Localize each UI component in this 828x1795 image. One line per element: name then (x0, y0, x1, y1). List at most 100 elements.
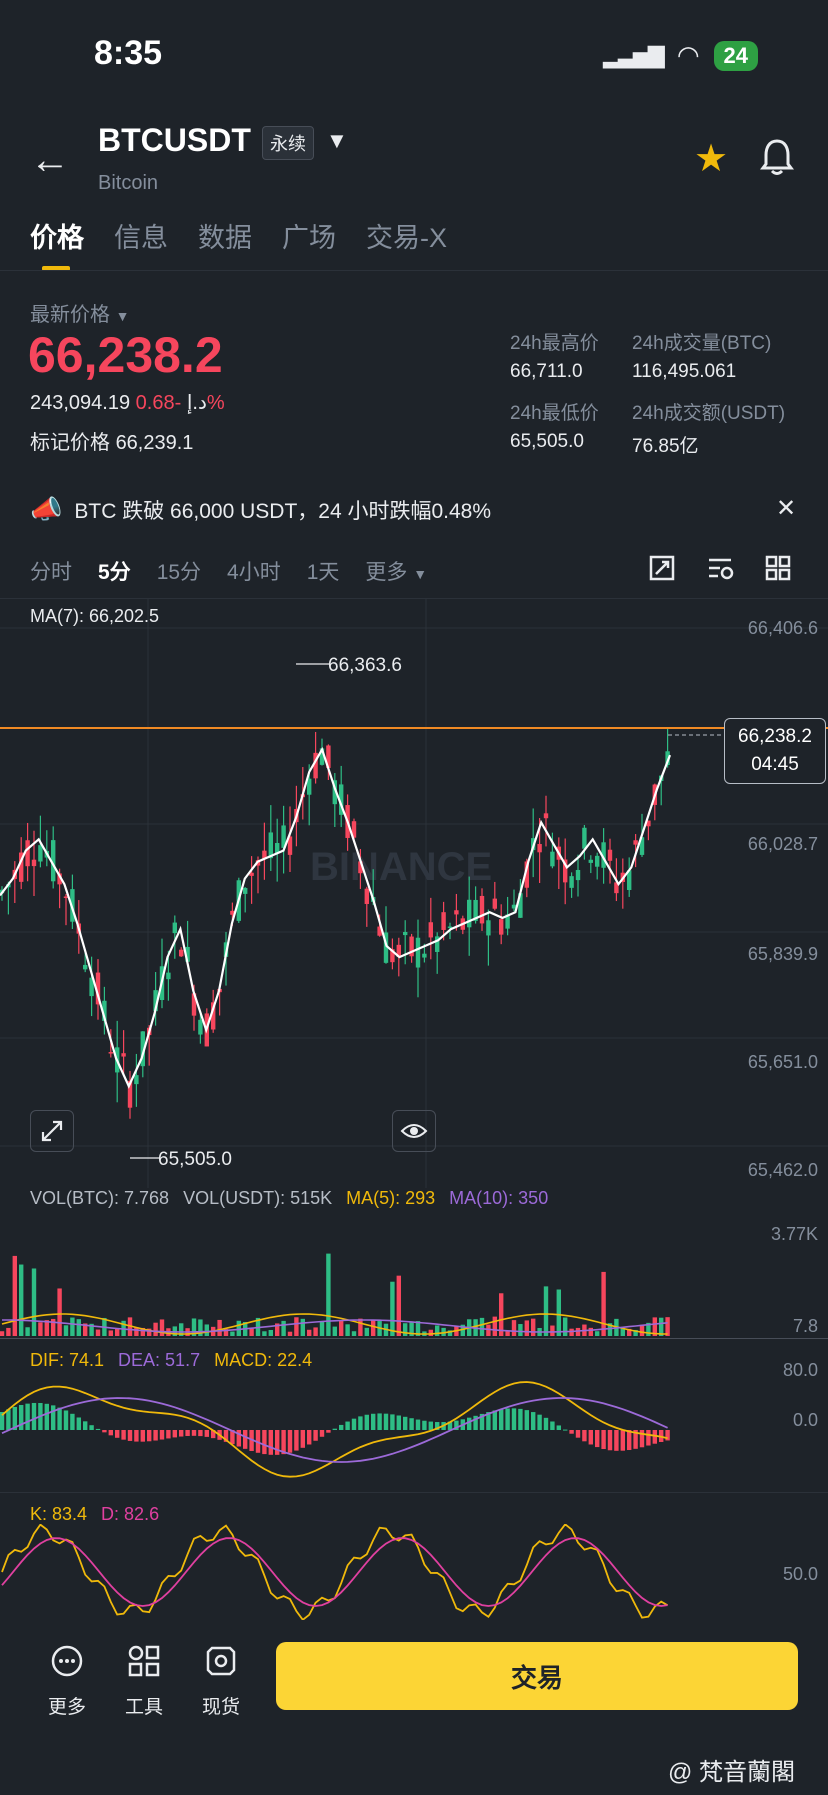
volume-bar (76, 1319, 81, 1336)
volume-bar (563, 1317, 568, 1336)
mark-price: 标记价格 66,239.1 (30, 432, 194, 454)
fullscreen-expand-icon[interactable] (30, 1110, 74, 1152)
volume-bar (524, 1320, 529, 1336)
candle-body (467, 899, 472, 928)
candle-body (537, 844, 542, 853)
candle-body (243, 887, 248, 894)
volume-bar (332, 1326, 337, 1336)
volume-bar (217, 1319, 222, 1336)
macd-histogram-bar (159, 1430, 165, 1440)
macd-histogram-bar (364, 1414, 369, 1430)
timeframe-1d[interactable]: 1天 (307, 556, 340, 586)
macd-histogram-bar (531, 1412, 536, 1430)
volume-bar (294, 1317, 299, 1336)
macd-histogram-bar (198, 1430, 203, 1437)
y-axis-label-3: 65,839.9 (747, 944, 818, 964)
volume-bar (511, 1320, 517, 1336)
stat-24h-high: 24h最高价 66,711.0 (510, 333, 599, 382)
volume-bar (319, 1321, 325, 1336)
trade-button[interactable]: 交易 (276, 1642, 798, 1710)
volume-bar (230, 1331, 235, 1336)
timeframe-4h[interactable]: 4小时 (227, 556, 281, 586)
candle-body (543, 813, 549, 819)
volume-bar (153, 1322, 158, 1336)
candle-body (422, 953, 427, 958)
y-axis-label-4: 65,651.0 (747, 1052, 818, 1072)
macd-histogram-bar (153, 1430, 158, 1441)
spot-icon (186, 1644, 256, 1686)
volume-bar (287, 1331, 293, 1336)
volume-divider (0, 1338, 828, 1339)
symbol-dropdown-caret-icon[interactable]: ▼ (326, 128, 348, 154)
volume-bar (25, 1327, 30, 1336)
volume-bar (236, 1320, 241, 1336)
symbol-title[interactable]: BTCUSDT (98, 122, 251, 159)
macd-histogram-bar (377, 1413, 382, 1430)
volume-bar (550, 1325, 555, 1336)
candle-body (428, 922, 433, 938)
timeframe-line[interactable]: 分时 (30, 556, 72, 586)
macd-histogram-bar (601, 1430, 606, 1450)
bottom-more-button[interactable]: 更多 (32, 1644, 102, 1719)
volume-bar (31, 1268, 37, 1336)
favorite-star-icon[interactable]: ★ (694, 136, 728, 181)
candle-body (492, 898, 497, 909)
candle-body (454, 910, 459, 915)
volume-bar (364, 1327, 369, 1336)
grid-layout-icon[interactable] (764, 554, 792, 582)
tools-icon (109, 1644, 179, 1686)
macd-histogram-bar (588, 1430, 593, 1445)
tab-info[interactable]: 信息 (114, 216, 168, 271)
eye-icon[interactable] (392, 1110, 436, 1152)
timeframe-15m[interactable]: 15分 (157, 556, 201, 586)
candle-body (25, 840, 30, 867)
macd-histogram-bar (262, 1430, 267, 1455)
volume-bar (95, 1329, 101, 1336)
timeframe-more[interactable]: 更多 ▼ (365, 556, 427, 586)
bottom-spot-button[interactable]: 现货 (186, 1644, 256, 1719)
volume-bar (0, 1331, 5, 1336)
volume-bar (403, 1323, 408, 1336)
macd-histogram-bar (511, 1408, 517, 1430)
candle-body (633, 840, 638, 845)
macd-histogram-bar (134, 1430, 139, 1442)
candle-body (595, 855, 600, 867)
macd-histogram-bar (556, 1425, 561, 1430)
tab-data[interactable]: 数据 (198, 216, 252, 271)
announcement-text: BTC 跌破 66,000 USDT，24 小时跌幅0.48% (74, 499, 492, 523)
tab-trade-x[interactable]: 交易-X (366, 216, 447, 271)
announcement-bar[interactable]: 📣 BTC 跌破 66,000 USDT，24 小时跌幅0.48% (30, 494, 491, 525)
macd-histogram-bar (499, 1409, 504, 1430)
back-arrow-icon[interactable]: ← (30, 138, 70, 183)
volume-bar (556, 1289, 561, 1336)
macd-histogram-bar (300, 1430, 305, 1448)
macd-histogram-bar (428, 1421, 433, 1430)
more-icon (32, 1644, 102, 1686)
volume-bar (38, 1322, 43, 1336)
indicator-settings-icon[interactable] (706, 554, 734, 582)
alert-bell-icon[interactable] (760, 138, 794, 185)
volume-bar (6, 1327, 11, 1336)
close-icon[interactable]: ✕ (776, 494, 796, 523)
macd-histogram-bar (396, 1415, 401, 1430)
macd-histogram-bar (371, 1413, 376, 1430)
chart-mode-icon[interactable] (648, 554, 676, 582)
volume-legend: VOL(BTC): 7.768 VOL(USDT): 515K MA(5): 2… (30, 1188, 549, 1208)
tab-square[interactable]: 广场 (282, 216, 336, 271)
stat-24h-volume-btc: 24h成交量(BTC) 116,495.061 (632, 333, 772, 382)
candle-body (575, 869, 581, 881)
bottom-tools-button[interactable]: 工具 (109, 1644, 179, 1719)
low-marker: 65,505.0 (158, 1149, 232, 1170)
timeframe-5m[interactable]: 5分 (98, 556, 131, 586)
volume-bar (492, 1316, 497, 1336)
chart-watermark: BINANCE (310, 845, 492, 889)
macd-axis-mid: 0.0 (792, 1410, 818, 1430)
tab-price[interactable]: 价格 (30, 216, 84, 271)
y-axis-label-2: 66,028.7 (747, 834, 818, 854)
last-price-label[interactable]: 最新价格 ▼ (30, 298, 129, 327)
volume-bar (339, 1320, 344, 1336)
macd-histogram-bar (313, 1430, 318, 1441)
candlestick-chart[interactable]: BINANCE 66,363.6 65,505.0 (0, 598, 828, 1188)
high-marker: 66,363.6 (328, 655, 402, 676)
current-price-tag: 66,238.2 04:45 (724, 718, 826, 784)
